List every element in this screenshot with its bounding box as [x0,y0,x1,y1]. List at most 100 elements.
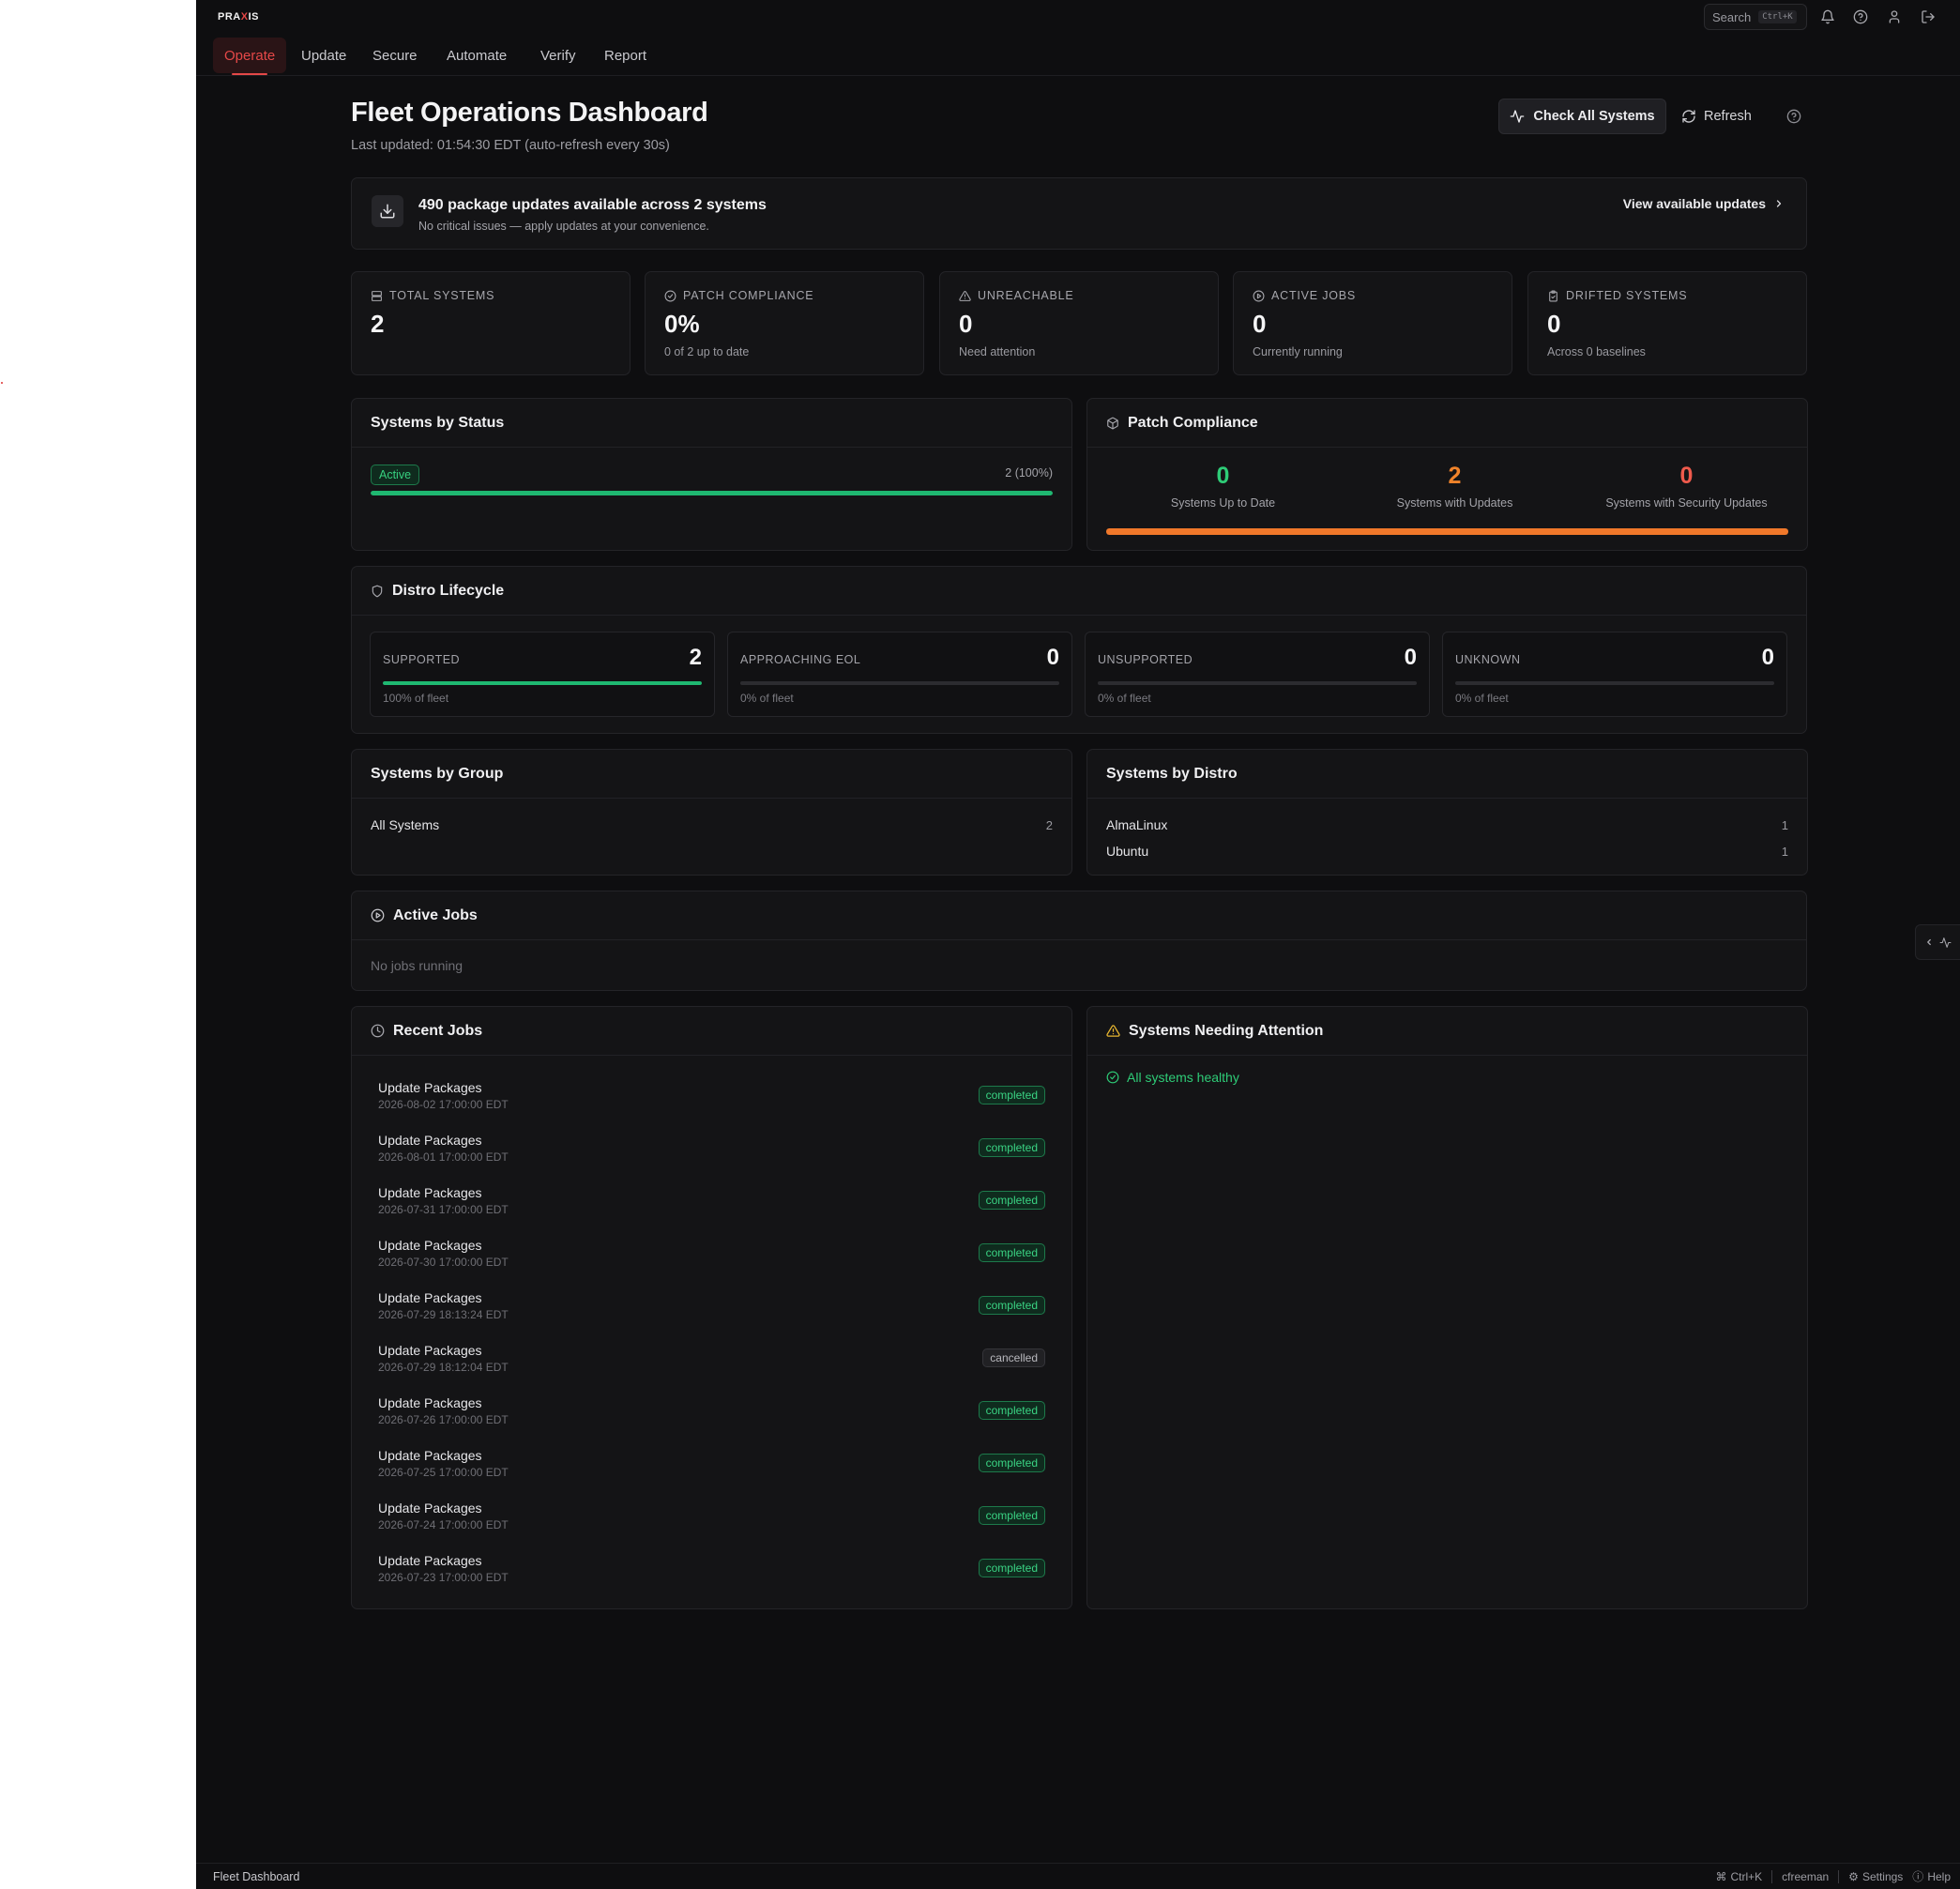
command-icon: ⌘ [1715,1869,1727,1883]
lifecycle-unknown[interactable]: UNKNOWN 0 0% of fleet [1442,632,1787,717]
stat-value: 2 [371,310,385,338]
lifecycle-value: 2 [689,645,702,670]
job-row[interactable]: Update Packages 2026-08-02 17:00:00 EDT co… [378,1080,1045,1118]
patch-value: 0 [1216,463,1230,489]
stat-sub: 0 of 2 up to date [664,345,750,358]
check-all-systems-label: Check All Systems [1533,109,1655,124]
page-title: Fleet Operations Dashboard [351,98,708,128]
check-circle-icon [1106,1071,1119,1084]
job-name: Update Packages [378,1395,482,1410]
distro-row-almalinux[interactable]: AlmaLinux 1 [1106,815,1788,834]
patch-label: Systems with Updates [1396,496,1513,510]
lifecycle-value: 0 [1761,645,1774,670]
help-circle-icon[interactable] [1851,8,1870,26]
distro-name: Ubuntu [1106,844,1149,859]
lifecycle-bar [383,681,702,685]
tab-report[interactable]: Report [593,38,658,73]
stat-label: ACTIVE JOBS [1271,289,1357,302]
stat-value: 0 [1253,310,1267,338]
lifecycle-pct: 0% of fleet [1098,692,1151,705]
systems-by-status-card: Systems by Status Active 2 (100%) [351,398,1072,551]
stat-value: 0 [959,310,973,338]
help-label: Help [1927,1869,1951,1883]
stat-active-jobs[interactable]: ACTIVE JOBS 0 Currently running [1233,271,1512,375]
job-row[interactable]: Update Packages 2026-07-24 17:00:00 EDT co… [378,1501,1045,1538]
stat-unreachable[interactable]: UNREACHABLE 0 Need attention [939,271,1219,375]
help-link[interactable]: ⓘ Help [1912,1868,1951,1884]
lifecycle-bar [1098,681,1417,685]
job-row[interactable]: Update Packages 2026-07-25 17:00:00 EDT co… [378,1448,1045,1485]
check-circle-icon [664,290,676,302]
job-row[interactable]: Update Packages 2026-07-31 17:00:00 EDT co… [378,1185,1045,1223]
lifecycle-supported[interactable]: SUPPORTED 2 100% of fleet [370,632,715,717]
lifecycle-approaching-eol[interactable]: APPROACHING EOL 0 0% of fleet [727,632,1072,717]
systems-needing-attention-card: Systems Needing Attention All systems he… [1086,1006,1808,1609]
distro-count: 1 [1781,817,1788,832]
job-row[interactable]: Update Packages 2026-07-29 18:13:24 EDT co… [378,1290,1045,1328]
tab-update[interactable]: Update [290,38,357,73]
lifecycle-label: UNKNOWN [1455,653,1521,666]
app-logo[interactable]: PRAXIS [218,11,259,23]
patch-progress-fill [1106,528,1788,535]
page-help-icon[interactable] [1785,107,1803,126]
patch-col-up-to-date: 0 Systems Up to Date [1107,463,1339,510]
card-title: Systems by Distro [1106,765,1238,782]
lifecycle-pct: 100% of fleet [383,692,449,705]
play-circle-icon [1253,290,1265,302]
job-name: Update Packages [378,1343,482,1358]
statusbar-user[interactable]: cfreeman [1782,1870,1829,1883]
gear-icon: ⚙ [1848,1869,1859,1883]
search-button[interactable]: Search Ctrl+K [1704,4,1807,30]
view-updates-link[interactable]: View available updates [1623,196,1785,211]
card-title: Systems Needing Attention [1129,1022,1324,1039]
job-date: 2026-08-02 17:00:00 EDT [378,1098,509,1111]
lifecycle-label: SUPPORTED [383,653,461,666]
lifecycle-unsupported[interactable]: UNSUPPORTED 0 0% of fleet [1085,632,1430,717]
card-title: Active Jobs [393,906,478,923]
bell-icon[interactable] [1818,8,1837,26]
tab-operate[interactable]: Operate [213,38,287,75]
refresh-button[interactable]: Refresh [1681,99,1766,134]
settings-link[interactable]: ⚙ Settings [1848,1870,1903,1883]
tab-automate[interactable]: Automate [435,38,518,73]
user-icon[interactable] [1885,8,1904,26]
command-shortcut[interactable]: ⌘ Ctrl+K [1715,1870,1762,1883]
check-all-systems-button[interactable]: Check All Systems [1498,99,1666,134]
last-updated-text: Last updated: 01:54:30 EDT (auto-refresh… [351,138,670,153]
job-name: Update Packages [378,1133,482,1148]
stat-sub: Need attention [959,345,1036,358]
banner-title: 490 package updates available across 2 s… [418,197,767,213]
job-row[interactable]: Update Packages 2026-07-29 18:12:04 EDT ca… [378,1343,1045,1380]
stat-total-systems[interactable]: TOTAL SYSTEMS 2 [351,271,631,375]
job-status-badge: cancelled [982,1348,1045,1367]
patch-col-security-updates: 0 Systems with Security Updates [1571,463,1802,510]
job-name: Update Packages [378,1290,482,1305]
job-name: Update Packages [378,1185,482,1200]
group-row-all-systems[interactable]: All Systems 2 [371,815,1053,834]
job-date: 2026-08-01 17:00:00 EDT [378,1150,509,1164]
stat-drifted-systems[interactable]: DRIFTED SYSTEMS 0 Across 0 baselines [1527,271,1807,375]
top-bar: PRAXIS Search Ctrl+K [196,0,1960,34]
job-status-badge: completed [978,1138,1045,1157]
job-row[interactable]: Update Packages 2026-07-26 17:00:00 EDT co… [378,1395,1045,1433]
patch-col-with-updates: 2 Systems with Updates [1339,463,1571,510]
job-status-badge: completed [978,1191,1045,1210]
tab-verify[interactable]: Verify [529,38,587,73]
activity-icon [1939,937,1952,949]
status-bar: Fleet Dashboard ⌘ Ctrl+K cfreeman ⚙ Settin… [196,1863,1960,1889]
stat-patch-compliance[interactable]: PATCH COMPLIANCE 0% 0 of 2 up to date [645,271,924,375]
app-window: PRAXIS Search Ctrl+K Operate Update Secu… [196,0,1960,1889]
activity-icon [1510,109,1525,124]
warning-icon [1106,1024,1120,1038]
logout-icon[interactable] [1919,8,1937,26]
job-row[interactable]: Update Packages 2026-07-23 17:00:00 EDT co… [378,1553,1045,1591]
lifecycle-bar [1455,681,1774,685]
card-title: Distro Lifecycle [392,582,505,599]
activity-panel-toggle[interactable] [1915,924,1960,960]
lifecycle-value: 0 [1046,645,1059,670]
job-row[interactable]: Update Packages 2026-07-30 17:00:00 EDT co… [378,1238,1045,1275]
distro-row-ubuntu[interactable]: Ubuntu 1 [1106,842,1788,861]
lifecycle-label: APPROACHING EOL [740,653,861,666]
job-row[interactable]: Update Packages 2026-08-01 17:00:00 EDT co… [378,1133,1045,1170]
tab-secure[interactable]: Secure [361,38,429,73]
